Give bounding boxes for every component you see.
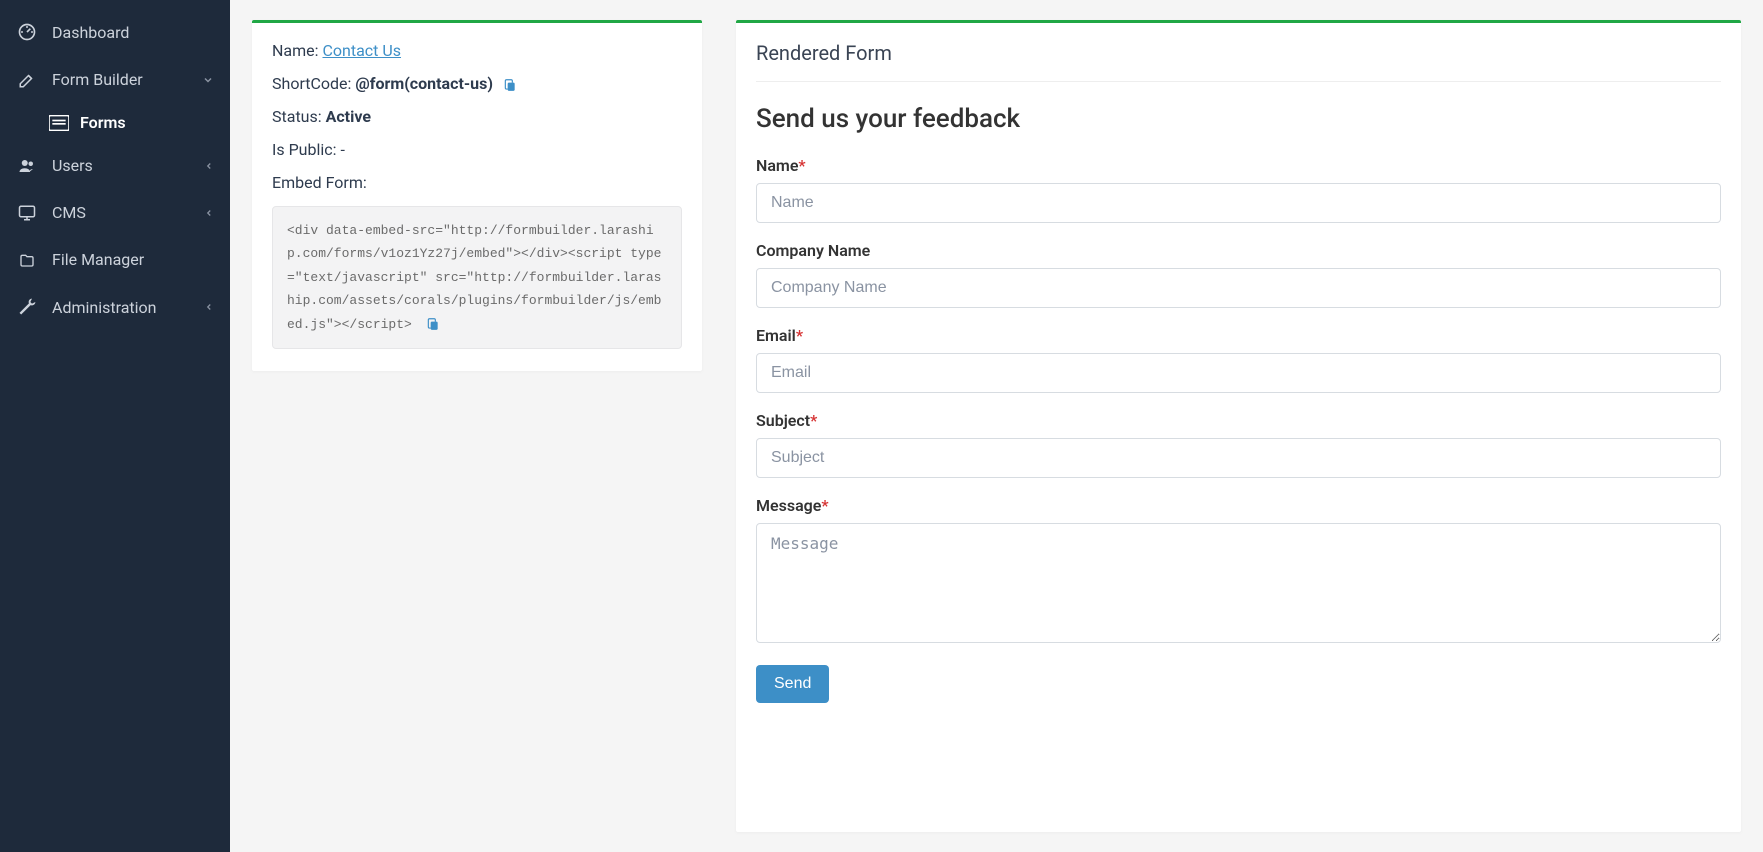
subject-input[interactable] — [756, 438, 1721, 478]
company-input[interactable] — [756, 268, 1721, 308]
copy-icon[interactable] — [426, 317, 440, 331]
main-content: Name: Contact Us ShortCode: @form(contac… — [230, 0, 1763, 852]
sidebar-submenu-formbuilder: Forms — [0, 103, 230, 142]
embed-code-text: <div data-embed-src="http://formbuilder.… — [287, 223, 661, 332]
form-title: Send us your feedback — [756, 104, 1721, 134]
form-details-card: Name: Contact Us ShortCode: @form(contac… — [252, 20, 702, 371]
company-label: Company Name — [756, 241, 1721, 260]
sidebar-label-dashboard: Dashboard — [52, 23, 129, 42]
desktop-icon — [16, 204, 38, 222]
detail-embed-label: Embed Form: — [272, 173, 682, 192]
sidebar-item-administration[interactable]: Administration — [0, 283, 230, 331]
chevron-left-icon — [204, 302, 214, 312]
detail-name: Name: Contact Us — [272, 41, 682, 60]
subject-label: Subject* — [756, 411, 1721, 430]
divider — [756, 81, 1721, 82]
email-input[interactable] — [756, 353, 1721, 393]
wrench-icon — [16, 297, 38, 317]
name-input[interactable] — [756, 183, 1721, 223]
sidebar-item-formbuilder[interactable]: Form Builder — [0, 56, 230, 103]
copy-icon[interactable] — [503, 78, 517, 92]
sidebar-item-dashboard[interactable]: Dashboard — [0, 8, 230, 56]
form-name-link[interactable]: Contact Us — [322, 41, 401, 60]
sidebar-label-formbuilder: Form Builder — [52, 70, 143, 89]
sidebar-label-filemanager: File Manager — [52, 250, 144, 269]
chevron-down-icon — [202, 74, 214, 86]
detail-status: Status: Active — [272, 107, 682, 126]
chevron-left-icon — [204, 161, 214, 171]
sidebar: Dashboard Form Builder Forms Users — [0, 0, 230, 852]
folder-icon — [16, 252, 38, 268]
dashboard-icon — [16, 22, 38, 42]
edit-icon — [16, 71, 38, 89]
send-button[interactable]: Send — [756, 665, 829, 703]
sidebar-label-users: Users — [52, 156, 93, 175]
detail-shortcode: ShortCode: @form(contact-us) — [272, 74, 682, 93]
sidebar-item-cms[interactable]: CMS — [0, 189, 230, 236]
panel-title: Rendered Form — [756, 41, 1721, 65]
sidebar-item-users[interactable]: Users — [0, 142, 230, 189]
message-label: Message* — [756, 496, 1721, 515]
sidebar-item-forms[interactable]: Forms — [32, 103, 230, 142]
detail-public: Is Public: - — [272, 140, 682, 159]
sidebar-item-filemanager[interactable]: File Manager — [0, 236, 230, 283]
email-label: Email* — [756, 326, 1721, 345]
sidebar-label-forms: Forms — [80, 113, 126, 132]
sidebar-label-administration: Administration — [52, 298, 157, 317]
message-textarea[interactable] — [756, 523, 1721, 643]
chevron-left-icon — [204, 208, 214, 218]
users-icon — [16, 157, 38, 175]
name-label: Name* — [756, 156, 1721, 175]
rendered-form-card: Rendered Form Send us your feedback Name… — [736, 20, 1741, 832]
embed-code-box[interactable]: <div data-embed-src="http://formbuilder.… — [272, 206, 682, 349]
sidebar-label-cms: CMS — [52, 203, 86, 222]
form-icon — [48, 115, 70, 131]
